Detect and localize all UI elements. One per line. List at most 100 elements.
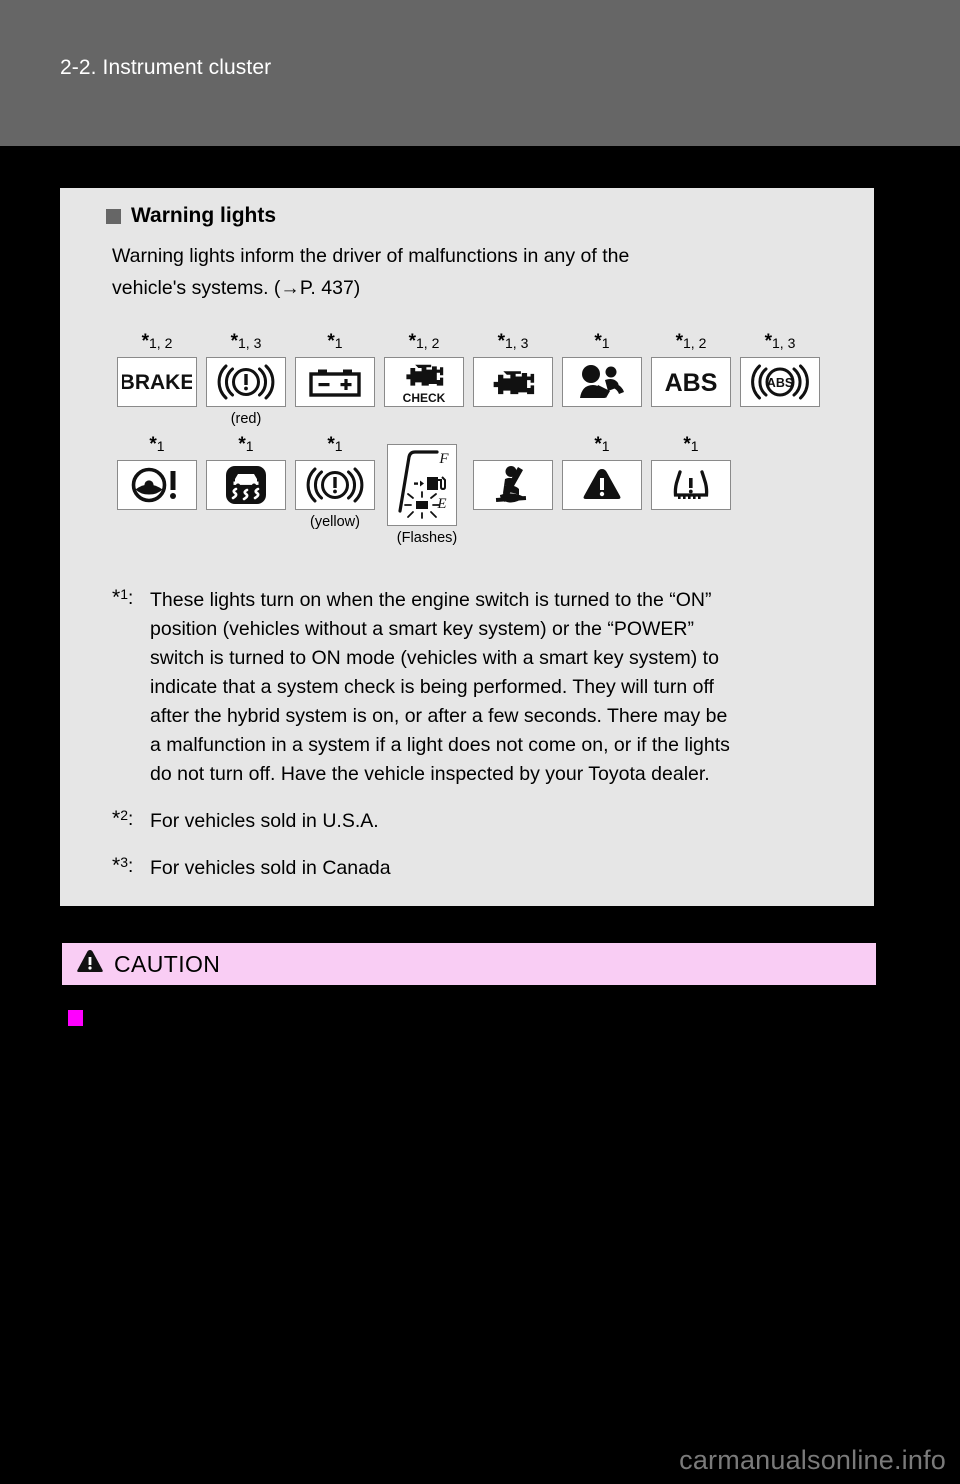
icon-sublabel: (Flashes) [396,530,458,546]
slip-indicator-warning-light-icon [206,460,286,510]
warning-light-cell-tire-pressure: *1 [651,434,731,510]
section-heading-label: Warning lights [131,204,277,227]
warning-light-cell-low-fuel: F E (Flashes) [387,444,457,546]
footnote-marker: *1 [594,331,610,352]
section-intro-text: Warning lights inform the driver of malf… [112,240,845,304]
warning-light-cell-slip-indicator: *1 [206,434,286,510]
svg-text:CHECK: CHECK [403,391,446,405]
site-watermark: carmanualsonline.info [679,1445,946,1475]
footnote-marker: *1 [594,434,610,455]
intro-line-1: Warning lights inform the driver of malf… [112,245,630,267]
icon-sublabel: (yellow) [310,514,360,530]
magenta-square-bullet-icon [68,1010,83,1026]
footnote-2-marker: *2: [112,807,134,830]
warning-light-cell-brake: *1, 2 BRAKE [117,331,197,407]
tire-pressure-warning-light-icon [651,460,731,510]
fuel-pump-glyph [414,476,446,491]
footnote-marker: *1 [683,434,699,455]
fuel-gauge-empty-label: E [436,496,446,512]
brake-system-circle-warning-light-icon [206,357,286,407]
warning-light-cell-abs-circle: *1, 3 ABS [740,331,820,407]
footnote-marker: *1, 2 [675,331,707,352]
circle-exclamation-brackets-glyph [217,364,275,400]
warning-light-cell-brake-system-yellow: *1 (yellow) [295,434,375,530]
footnote-marker: *1 [238,434,254,455]
engine-check-glyph: CHECK [403,364,446,405]
square-bullet-icon [106,208,121,224]
engine-malfunction-warning-light-icon [473,357,553,407]
electric-power-steering-warning-light-icon [117,460,197,510]
icon-sublabel: (red) [230,411,262,427]
warning-lights-panel: Warning lights Warning lights inform the… [60,188,874,906]
low-fuel-level-warning-light-icon: F E [387,444,457,526]
footnote-line: do not turn off. Have the vehicle inspec… [150,763,710,785]
footnote-line: switch is turned to ON mode (vehicles wi… [150,647,719,669]
footnote-marker: *1, 3 [764,331,796,352]
battery-glyph [309,369,361,397]
warning-light-cell-master-warning: *1 [562,434,642,510]
check-engine-warning-light-icon: CHECK [384,357,464,407]
page-header-band: 2-2. Instrument cluster [0,0,960,146]
airbag-person-glyph [580,365,624,398]
warning-triangle-glyph [583,469,621,499]
caution-triangle-glyph [77,949,103,972]
footnote-marker: *1, 3 [230,331,262,352]
footnote-marker: *1, 2 [408,331,440,352]
seat-belt-reminder-light-icon [473,460,553,510]
svg-text:ABS: ABS [665,369,718,397]
intro-line-2: vehicle's systems. (→P. 437) [112,277,361,299]
engine-glyph [493,371,535,395]
footnote-1-body: These lights turn on when the engine swi… [150,586,854,789]
footnote-line: indicate that a system check is being pe… [150,676,714,698]
fuel-gauge-full-label: F [438,451,449,467]
footnote-marker: *1 [327,434,343,455]
warning-light-cell-brake-system-red: *1, 3 (red) [206,331,286,427]
manual-page: 2-2. Instrument cluster Warning lights W… [0,0,960,1484]
footnote-2-body: For vehicles sold in U.S.A. [150,810,379,832]
warning-light-cell-check-engine: *1, 2 CHECK [384,331,464,407]
abs-circle-warning-light-icon: ABS [740,357,820,407]
abs-in-brackets-glyph: ABS [751,364,809,400]
footnote-3-marker: *3: [112,854,134,877]
footnote-marker: *1 [149,434,165,455]
brake-warning-light-icon: BRAKE [117,357,197,407]
warning-light-cell-engine-malfunction: *1, 3 [473,331,553,407]
warning-light-cell-seat-belt [473,460,553,510]
brake-text-glyph: BRAKE [122,371,192,394]
footnote-line: after the hybrid system is on, or after … [150,705,728,727]
footnote-1: *1: These lights turn on when the engine… [112,586,854,789]
svg-text:ABS: ABS [767,376,793,390]
brake-system-circle-yellow-warning-light-icon [295,460,375,510]
circle-exclamation-brackets-glyph [306,467,364,503]
charging-system-battery-warning-light-icon [295,357,375,407]
car-skid-glyph [226,466,266,504]
footnote-line: a malfunction in a system if a light doe… [150,734,730,756]
footnotes-list: *1: These lights turn on when the engine… [112,586,854,896]
warning-light-cell-srs-airbag: *1 [562,331,642,407]
warning-light-cell-power-steering: *1 [117,434,197,510]
steering-wheel-exclamation-glyph [131,467,176,503]
svg-text:BRAKE: BRAKE [122,371,192,394]
footnote-2: *2: For vehicles sold in U.S.A. [112,807,854,836]
srs-airbag-warning-light-icon [562,357,642,407]
warning-light-cell-battery: *1 [295,331,375,407]
caution-label: CAUTION [114,950,221,977]
warning-triangle-icon [76,949,104,980]
tire-pressure-glyph [673,470,709,499]
blinking-fuel-indicator-glyph [404,491,440,519]
footnote-1-marker: *1: [112,586,134,609]
section-heading: Warning lights [106,204,276,228]
seat-belt-person-glyph [495,466,527,503]
footnote-marker: *1, 3 [497,331,529,352]
abs-warning-light-icon: ABS [651,357,731,407]
footnote-marker: *1, 2 [141,331,173,352]
page-title: 2-2. Instrument cluster [60,56,272,79]
footnote-marker: *1 [327,331,343,352]
fuel-gauge-glyph: F E [398,450,449,519]
footnote-3: *3: For vehicles sold in Canada [112,854,854,883]
master-warning-light-icon [562,460,642,510]
footnote-3-body: For vehicles sold in Canada [150,857,391,879]
abs-text-glyph: ABS [665,369,718,397]
warning-light-cell-abs: *1, 2 ABS [651,331,731,407]
footnote-line: These lights turn on when the engine swi… [150,589,712,611]
